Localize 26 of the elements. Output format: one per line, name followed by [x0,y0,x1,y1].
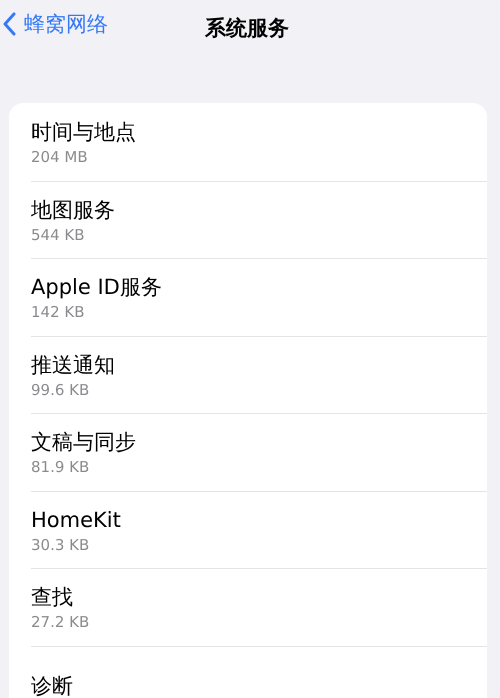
service-row[interactable]: 查找 27.2 KB [31,568,487,646]
service-row[interactable]: Apple ID服务 142 KB [31,258,487,336]
service-name: 推送通知 [31,352,116,379]
data-usage: 30.3 KB [31,534,90,556]
service-name: 地图服务 [31,196,116,224]
back-button[interactable]: 蜂窝网络 [0,10,108,38]
service-name: 时间与地点 [31,118,137,146]
page-title: 系统服务 [205,15,289,42]
service-row[interactable]: 文稿与同步 81.9 KB [31,413,487,490]
service-row[interactable]: 诊断 [31,646,487,698]
data-usage: 81.9 KB [31,457,90,478]
service-row[interactable]: 推送通知 99.6 KB [31,336,487,413]
data-usage: 204 MB [31,146,89,168]
data-usage: 544 KB [31,224,86,246]
data-usage: 27.2 KB [31,612,90,634]
chevron-left-icon [2,12,16,36]
service-row[interactable]: 时间与地点 204 MB [9,103,487,180]
service-row[interactable]: 地图服务 544 KB [31,180,487,258]
data-usage: 142 KB [31,302,86,324]
service-name: 文稿与同步 [31,429,137,456]
service-name: Apple ID服务 [31,274,163,302]
service-row[interactable]: HomeKit 30.3 KB [31,490,487,568]
data-usage: 99.6 KB [31,380,90,401]
service-name: 查找 [31,584,74,612]
service-name: 诊断 [31,672,74,698]
service-name: HomeKit [31,506,122,534]
